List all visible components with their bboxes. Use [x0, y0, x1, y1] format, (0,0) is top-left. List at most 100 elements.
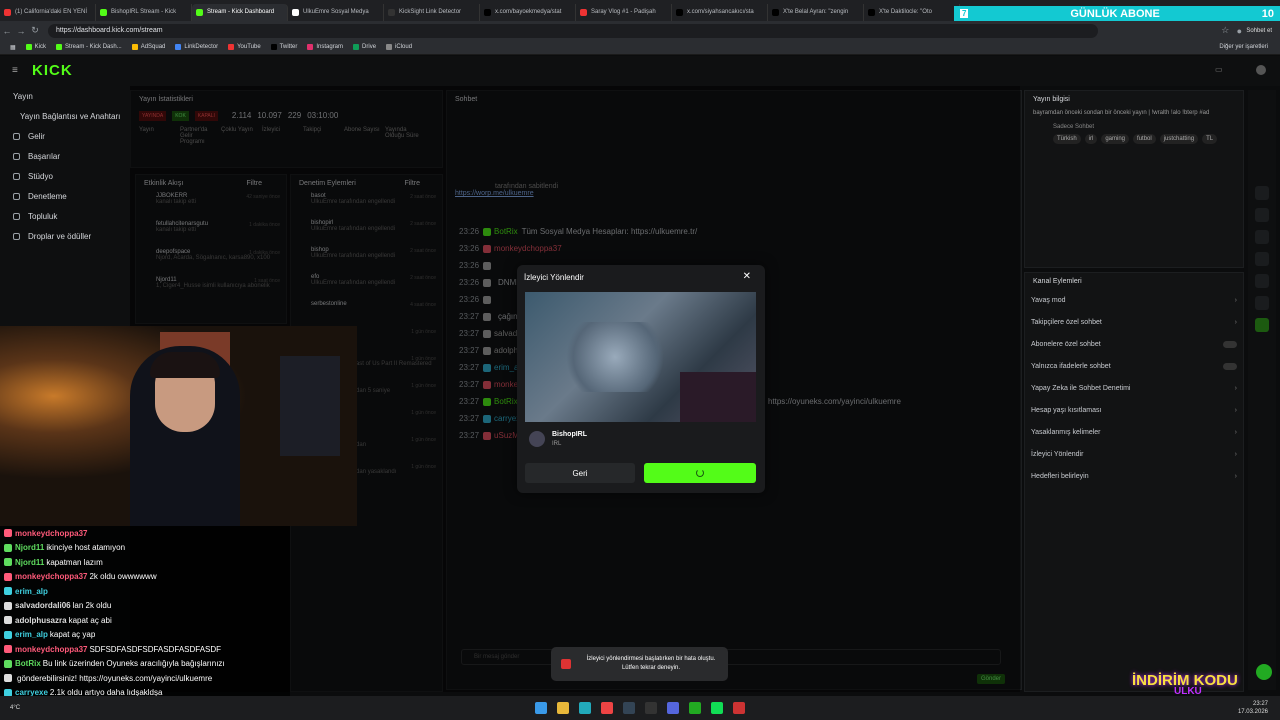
close-icon[interactable]: ✕	[743, 271, 751, 282]
edge-icon[interactable]	[579, 702, 591, 714]
channel-action-row[interactable]: Abonelere özel sohbet	[1025, 333, 1243, 355]
apps-icon[interactable]: ▦	[10, 44, 16, 51]
tool-icon-4[interactable]	[1255, 252, 1269, 266]
tag-chip[interactable]: irl	[1084, 134, 1098, 144]
obs-icon[interactable]	[645, 702, 657, 714]
tool-icon-6[interactable]	[1255, 296, 1269, 310]
discord-icon[interactable]	[667, 702, 679, 714]
star-icon[interactable]: ☆	[1218, 25, 1232, 36]
app-icon[interactable]	[733, 702, 745, 714]
cast-icon[interactable]: ▭	[1215, 65, 1223, 74]
reload-icon[interactable]: ↻	[28, 25, 42, 36]
bookmark-item[interactable]: Twitter	[270, 44, 297, 50]
nav-item[interactable]: Denetleme	[0, 186, 130, 206]
bookmark-item[interactable]: Drive	[353, 44, 376, 50]
confirm-redirect-button[interactable]	[644, 463, 756, 483]
nav-item[interactable]: Yayın Bağlantısı ve Anahtarı	[0, 106, 130, 126]
browser-tab[interactable]: Saray Vlog #1 - Padişah	[576, 3, 672, 21]
browser-tab[interactable]: x.com/siyahsancakıcı/sta	[672, 3, 768, 21]
chevron-right-icon: ›	[1234, 384, 1237, 392]
nav-item[interactable]: Droplar ve ödüller	[0, 226, 130, 246]
back-icon[interactable]: ←	[0, 26, 14, 36]
channel-action-row[interactable]: Takipçilere özel sohbet ›	[1025, 311, 1243, 333]
nav-item[interactable]: Gelir	[0, 126, 130, 146]
nav-item[interactable]: Yayın	[0, 86, 130, 106]
tag-chip[interactable]: futbol	[1133, 134, 1156, 144]
channel-action-row[interactable]: Hesap yaşı kısıtlaması ›	[1025, 399, 1243, 421]
overlay-username: erim_alp	[15, 630, 48, 640]
tag-chip[interactable]: Türkish	[1053, 134, 1081, 144]
channel-action-row[interactable]: Hedefleri belirleyin ›	[1025, 465, 1243, 487]
bookmark-item[interactable]: LinkDetector	[175, 44, 218, 50]
browser-tab[interactable]: x.com/bayoekmedya/stat	[480, 3, 576, 21]
bookmarks-bar: ▦ Kick Stream - Kick Dash... AdSquad LinkDet…	[0, 40, 1280, 55]
tag-chip[interactable]: TL	[1202, 134, 1218, 144]
profile-icon[interactable]: ●	[1232, 26, 1246, 36]
chat-button[interactable]: Sohbet et	[1246, 28, 1272, 34]
bookmark-item[interactable]: AdSquad	[131, 44, 165, 50]
forward-icon[interactable]: →	[14, 26, 28, 36]
channel-action-row[interactable]: Yalnızca ifadelerle sohbet	[1025, 355, 1243, 377]
browser-tab[interactable]: (1) California'daki EN YENİ	[0, 3, 96, 21]
overlay-badge-icon	[4, 543, 12, 552]
bookmark-item[interactable]: Stream - Kick Dash...	[56, 44, 122, 50]
url-field[interactable]: https://dashboard.kick.com/stream	[48, 23, 1098, 38]
menu-icon[interactable]: ≡	[12, 65, 18, 76]
tool-icon-7[interactable]	[1255, 318, 1269, 332]
file-explorer-icon[interactable]	[557, 702, 569, 714]
channel-action-row[interactable]: İzleyici Yönlendir ›	[1025, 443, 1243, 465]
tab-label: x.com/bayoekmedya/stat	[495, 9, 562, 15]
kick-logo[interactable]: KICK	[32, 62, 73, 79]
browser-tab[interactable]: Stream - Kick Dashboard	[192, 3, 288, 21]
channel-action-row[interactable]: Yapay Zeka ile Sohbet Denetimi ›	[1025, 377, 1243, 399]
steam-icon[interactable]	[623, 702, 635, 714]
bookmark-item[interactable]: YouTube	[228, 44, 261, 50]
browser-tab[interactable]: BishopIRL Stream - Kick	[96, 3, 192, 21]
tab-favicon-icon	[100, 8, 107, 16]
tool-icon-1[interactable]	[1255, 186, 1269, 200]
other-bookmarks[interactable]: Diğer yer işaretleri	[1219, 44, 1268, 50]
tag-chip[interactable]: gaming	[1101, 134, 1130, 144]
bookmark-favicon-icon	[131, 44, 138, 50]
start-icon[interactable]	[535, 702, 547, 714]
tool-icon-3[interactable]	[1255, 230, 1269, 244]
browser-tab[interactable]: X'te Daktilocle: "Oto	[864, 3, 960, 21]
nav-item[interactable]: Stüdyo	[0, 166, 130, 186]
dashboard-topbar: ≡ KICK ▭	[0, 56, 1280, 86]
channel-action-label: Yasaklanmış kelimeler	[1031, 428, 1101, 436]
overlay-message: kapat aç yap	[49, 630, 96, 640]
tool-icon-5[interactable]	[1255, 274, 1269, 288]
stream-info-panel: Yayın bilgisi bayramdan önceki sondan bi…	[1024, 90, 1244, 268]
overlay-badge-icon	[4, 572, 12, 581]
bookmark-item[interactable]: Instagram	[307, 44, 343, 50]
nav-item[interactable]: Başarılar	[0, 146, 130, 166]
bookmark-item[interactable]: Kick	[25, 44, 47, 50]
avatar[interactable]	[1256, 65, 1266, 75]
nav-item[interactable]: Topluluk	[0, 206, 130, 226]
chevron-right-icon: ›	[1234, 296, 1237, 304]
toggle-switch[interactable]	[1223, 340, 1237, 348]
tag-chip[interactable]: justchatting	[1159, 134, 1199, 144]
bookmark-label: Stream - Kick Dash...	[65, 44, 122, 50]
stream-thumbnail[interactable]	[525, 292, 756, 422]
channel-action-label: İzleyici Yönlendir	[1031, 450, 1084, 458]
toggle-switch[interactable]	[1223, 362, 1237, 370]
bookmark-label: Kick	[34, 44, 47, 50]
channel-action-row[interactable]: Yasaklanmış kelimeler ›	[1025, 421, 1243, 443]
spotify-icon[interactable]	[711, 702, 723, 714]
tool-icon-2[interactable]	[1255, 208, 1269, 222]
bookmark-item[interactable]: iCloud	[386, 44, 412, 50]
browser-tab[interactable]: KickSight Link Detector	[384, 3, 480, 21]
channel-action-row[interactable]: Yavaş mod ›	[1025, 289, 1243, 311]
nav-item-icon	[13, 212, 20, 220]
tab-label: UlkuEmre Sosyal Medya	[303, 9, 369, 15]
browser-tab[interactable]: X'te Belal Ayran: "zengin	[768, 3, 864, 21]
bookmark-label: LinkDetector	[184, 44, 219, 50]
bookmark-favicon-icon	[175, 44, 182, 50]
daily-sub-banner: 7 GÜNLÜK ABONE 10	[954, 6, 1280, 21]
chrome-icon[interactable]	[601, 702, 613, 714]
browser-tab[interactable]: UlkuEmre Sosyal Medya	[288, 3, 384, 21]
whatsapp-taskbar-icon[interactable]	[689, 702, 701, 714]
overlay-chat-line: gönderebilirsiniz! https://oyuneks.com/y…	[0, 671, 290, 686]
back-button[interactable]: Geri	[525, 463, 635, 483]
